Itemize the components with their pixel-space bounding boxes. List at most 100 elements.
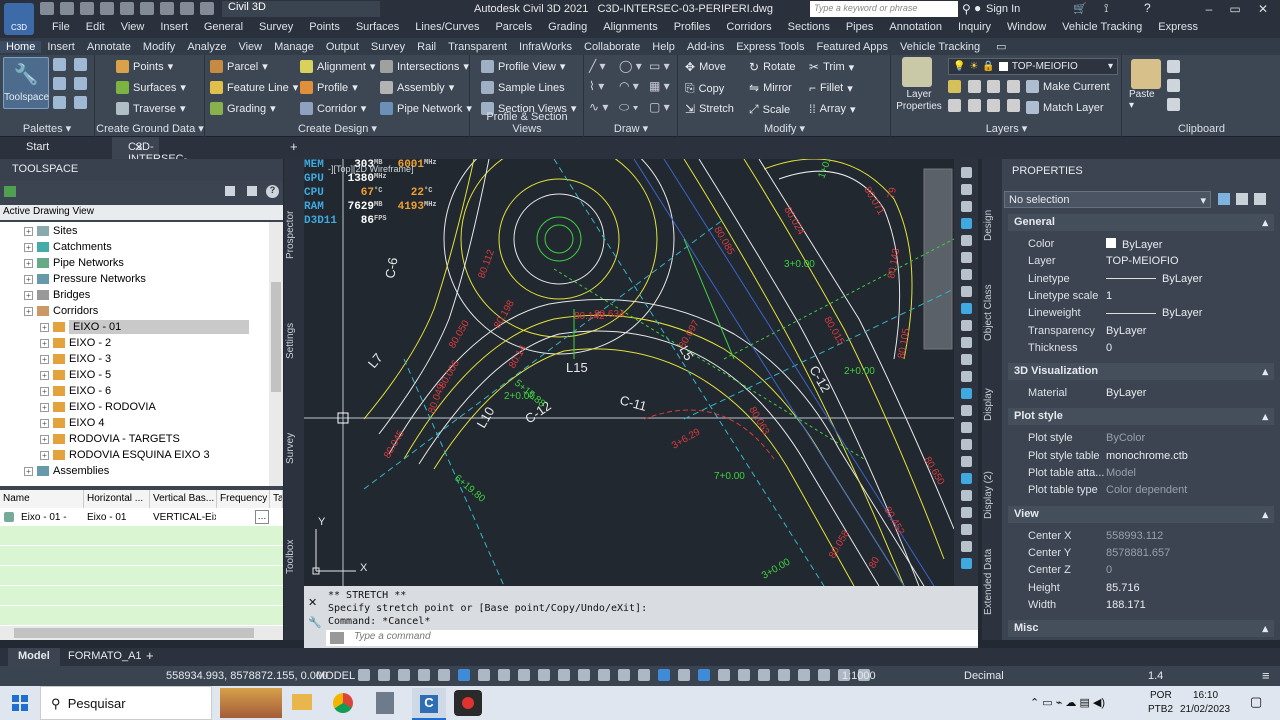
saveas-icon[interactable] — [100, 2, 114, 15]
tree-item[interactable]: + EIXO - 6 — [40, 383, 111, 399]
menu-item[interactable]: Insert — [152, 21, 196, 33]
web-open-icon[interactable] — [120, 2, 134, 15]
search-highlight-image[interactable] — [220, 688, 282, 718]
status-toggle-icon[interactable] — [758, 669, 770, 681]
tree-item[interactable]: + Corridors — [24, 303, 98, 319]
status-toggle-icon[interactable] — [678, 669, 690, 681]
collapse-icon[interactable]: ▴ — [1262, 216, 1268, 229]
paste-icon[interactable] — [1131, 59, 1161, 89]
recorder-icon[interactable] — [454, 690, 482, 716]
ribbon-tab[interactable]: Vehicle Tracking — [894, 41, 986, 53]
customize-icon[interactable]: ≡ — [1262, 668, 1270, 683]
fillet-button[interactable]: ⌐ Fillet ▾ — [809, 81, 853, 95]
array-button[interactable]: ⁞⁞ Array ▾ — [809, 102, 855, 116]
status-toggle-icon[interactable] — [618, 669, 630, 681]
tree-item[interactable]: + Sites — [24, 223, 77, 239]
property-value[interactable]: Color dependent — [1106, 484, 1187, 496]
copy-button[interactable]: ⎘ Copy — [685, 81, 724, 96]
toolpalette-icon[interactable] — [73, 77, 87, 90]
tree-item[interactable]: + Pipe Networks — [24, 255, 124, 271]
nav-tool-icon[interactable] — [960, 218, 972, 229]
nav-tool-icon[interactable] — [960, 371, 972, 382]
property-value[interactable]: monochrome.ctb — [1106, 450, 1188, 462]
copy-clip-icon[interactable] — [1167, 79, 1180, 92]
status-toggle-icon[interactable] — [638, 669, 650, 681]
tree-item[interactable]: + EIXO - RODOVIA — [40, 399, 156, 415]
new-icon[interactable] — [40, 2, 54, 15]
collapse-icon[interactable]: ▴ — [1262, 410, 1268, 423]
layer-isolate-icon[interactable] — [967, 80, 981, 93]
nav-tool-icon[interactable] — [960, 201, 972, 212]
start-tab[interactable]: Start — [26, 141, 49, 153]
collapse-icon[interactable]: ▴ — [1262, 508, 1268, 521]
expand-icon[interactable]: + — [24, 306, 33, 316]
expand-icon[interactable]: + — [24, 274, 33, 284]
pipe-network-button[interactable]: Pipe Network ▾ — [380, 102, 472, 115]
command-input[interactable]: Type a command — [326, 630, 978, 646]
quick-select-icon[interactable] — [1254, 193, 1266, 205]
settings-palette-icon[interactable] — [73, 58, 87, 71]
drawing-view-select[interactable]: Active Drawing View — [0, 205, 283, 220]
hatch-icon[interactable]: ▦ ▾ — [649, 79, 675, 93]
toggle-pickadd-icon[interactable] — [1218, 193, 1230, 205]
ribbon-toggle-icon[interactable]: ▭ — [990, 40, 1012, 53]
ribbon-tab[interactable]: Annotate — [81, 41, 137, 53]
property-value[interactable]: 1 — [1106, 290, 1112, 302]
ribbon-tab[interactable]: Transparent — [442, 41, 513, 53]
tree-layout-icon[interactable] — [225, 186, 235, 196]
drawing-viewport[interactable]: C-6 L7 L10 C-12 C-11 L15 L5 C-12 80.142 80.634 80.… — [304, 159, 954, 586]
layer-dropdown[interactable]: 💡 ☀ 🔒 TOP-MEIOFIO ▾ — [948, 58, 1118, 75]
menu-item[interactable]: File — [44, 21, 78, 33]
layer-thaw-icon[interactable] — [987, 99, 1000, 112]
nav-tool-icon[interactable] — [960, 286, 972, 297]
intersections-button[interactable]: Intersections ▾ — [380, 60, 469, 73]
nav-tool-icon[interactable] — [960, 541, 972, 552]
collapse-icon[interactable]: ▴ — [1262, 365, 1268, 378]
stretch-button[interactable]: ⇲ Stretch — [685, 102, 734, 116]
file-explorer-icon[interactable] — [292, 694, 312, 710]
alignment-button[interactable]: Alignment ▾ — [300, 60, 375, 73]
clock-time[interactable]: 16:10 — [1193, 690, 1218, 701]
help-search-input[interactable]: Type a keyword or phrase — [810, 1, 958, 17]
civil3d-task-icon[interactable]: C — [412, 688, 446, 720]
property-section-header[interactable]: General ▴ — [1008, 214, 1274, 231]
nav-tool-icon[interactable] — [960, 388, 972, 399]
ribbon-tab[interactable]: View — [232, 41, 268, 53]
expand-icon[interactable]: + — [40, 402, 49, 412]
move-button[interactable]: ✥ Move — [685, 60, 726, 74]
help-icon[interactable]: ? — [266, 185, 279, 198]
assembly-button[interactable]: Assembly ▾ — [380, 81, 454, 94]
toolspace-side-tab[interactable]: Settings — [285, 323, 296, 359]
expand-icon[interactable]: + — [40, 354, 49, 364]
grading-button[interactable]: Grading ▾ — [210, 102, 276, 115]
property-value[interactable]: ByLayer — [1106, 238, 1162, 251]
coordinates-readout[interactable]: 558934.993, 8578872.155, 0.000 — [166, 670, 328, 682]
property-section-header[interactable]: Misc ▴ — [1008, 620, 1274, 638]
feature-line-button[interactable]: Feature Line ▾ — [210, 81, 298, 94]
status-toggle-icon[interactable] — [518, 669, 530, 681]
nav-tool-icon[interactable] — [960, 439, 972, 450]
close-cmd-icon[interactable]: ✕ — [308, 596, 317, 609]
cart-icon[interactable]: 🛒 — [1073, 2, 1087, 15]
ribbon-tab[interactable]: Add-ins — [681, 41, 730, 53]
model-tab[interactable]: Model — [8, 648, 60, 666]
ribbon-tab[interactable]: Survey — [365, 41, 411, 53]
status-toggle-icon[interactable] — [438, 669, 450, 681]
status-toggle-icon[interactable] — [418, 669, 430, 681]
menu-item[interactable]: Inquiry — [950, 21, 999, 33]
calculator-icon[interactable] — [376, 692, 394, 714]
match-layer-button[interactable]: Match Layer — [1026, 101, 1104, 114]
tree-item[interactable]: + EIXO - 2 — [40, 335, 111, 351]
cmd-settings-icon[interactable]: 🔧 — [308, 616, 322, 629]
nav-tool-icon[interactable] — [960, 320, 972, 331]
expand-icon[interactable]: + — [40, 322, 49, 332]
redo-icon[interactable] — [200, 2, 214, 15]
grid-header[interactable]: Frequency — [217, 490, 270, 508]
expand-icon[interactable]: + — [40, 386, 49, 396]
properties-side-tab[interactable]: Extended Data — [983, 549, 994, 615]
menu-item[interactable]: View — [113, 21, 153, 33]
menu-item[interactable]: Corridors — [718, 21, 779, 33]
ellipse-icon[interactable]: ⬭ ▾ — [619, 100, 645, 115]
expand-icon[interactable]: + — [24, 258, 33, 268]
property-value[interactable]: 558993.112 — [1106, 530, 1163, 542]
